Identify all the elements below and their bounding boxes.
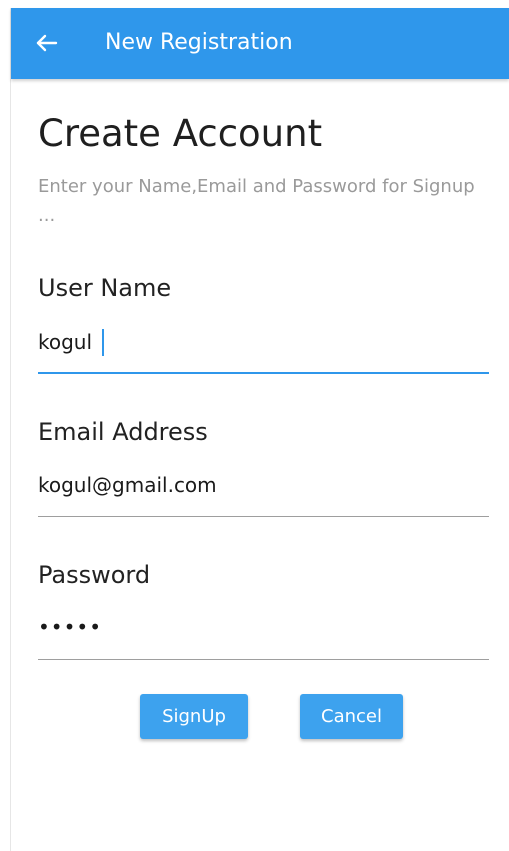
username-label: User Name <box>38 274 172 302</box>
username-input[interactable] <box>38 325 489 359</box>
email-label: Email Address <box>38 418 208 446</box>
page-title: Create Account <box>38 112 323 155</box>
arrow-left-icon[interactable] <box>34 30 60 56</box>
cancel-button[interactable]: Cancel <box>300 694 403 739</box>
password-label: Password <box>38 561 151 589</box>
password-underline <box>38 659 489 660</box>
email-underline <box>38 516 489 517</box>
app-bar-title: New Registration <box>105 30 293 55</box>
text-caret <box>102 329 104 356</box>
app-bar: New Registration <box>11 8 509 79</box>
email-input[interactable] <box>38 468 489 502</box>
password-input[interactable] <box>38 610 489 644</box>
signup-button[interactable]: SignUp <box>140 694 248 739</box>
registration-screen: New Registration Create Account Enter yo… <box>10 8 509 851</box>
page-subtitle: Enter your Name,Email and Password for S… <box>38 176 475 226</box>
username-underline <box>38 372 489 374</box>
